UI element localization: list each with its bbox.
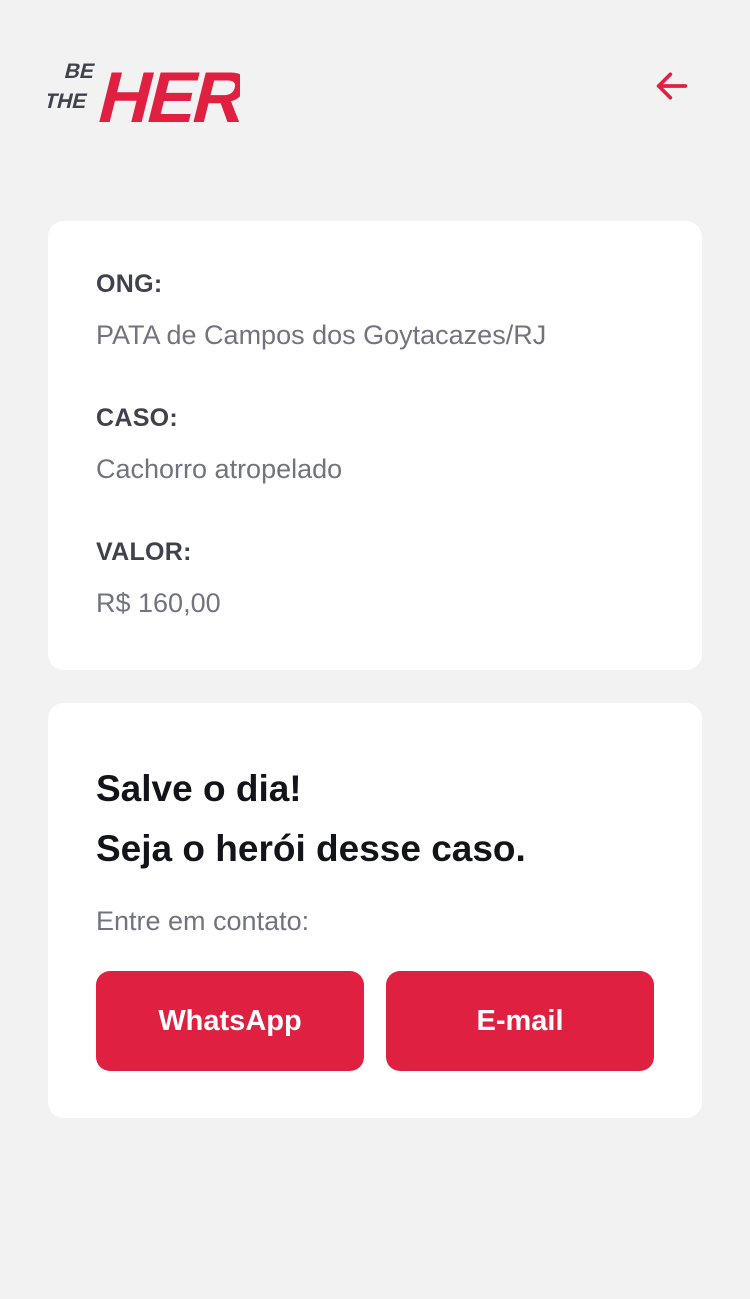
ong-value: PATA de Campos dos Goytacazes/RJ [96, 320, 547, 350]
contact-title-line2: Seja o herói desse caso. [96, 828, 526, 869]
contact-title-line1: Salve o dia! [96, 768, 302, 809]
header: BE THE HERO [42, 44, 702, 138]
svg-text:HERO: HERO [91, 58, 240, 128]
be-the-hero-logo: BE THE HERO [42, 44, 307, 138]
ong-label: ONG: [96, 270, 163, 298]
email-button[interactable]: E-mail [386, 971, 654, 1071]
incident-card: ONG: PATA de Campos dos Goytacazes/RJ CA… [48, 221, 702, 670]
whatsapp-button[interactable]: WhatsApp [96, 971, 364, 1071]
value-label: VALOR: [96, 538, 192, 566]
value-amount: R$ 160,00 [96, 588, 221, 618]
svg-text:THE: THE [48, 89, 90, 113]
arrow-left-icon [656, 72, 688, 100]
back-button[interactable] [650, 64, 694, 108]
contact-card: Salve o dia! Seja o herói desse caso. En… [48, 703, 702, 1118]
case-field: CASO: Cachorro atropelado [96, 403, 654, 537]
svg-text:BE: BE [62, 59, 97, 83]
ong-field: ONG: PATA de Campos dos Goytacazes/RJ [96, 269, 654, 403]
contact-actions: WhatsApp E-mail [96, 971, 654, 1071]
value-field: VALOR: R$ 160,00 [96, 537, 654, 671]
case-label: CASO: [96, 404, 179, 432]
case-value: Cachorro atropelado [96, 454, 343, 484]
contact-description: Entre em contato: [96, 906, 310, 936]
